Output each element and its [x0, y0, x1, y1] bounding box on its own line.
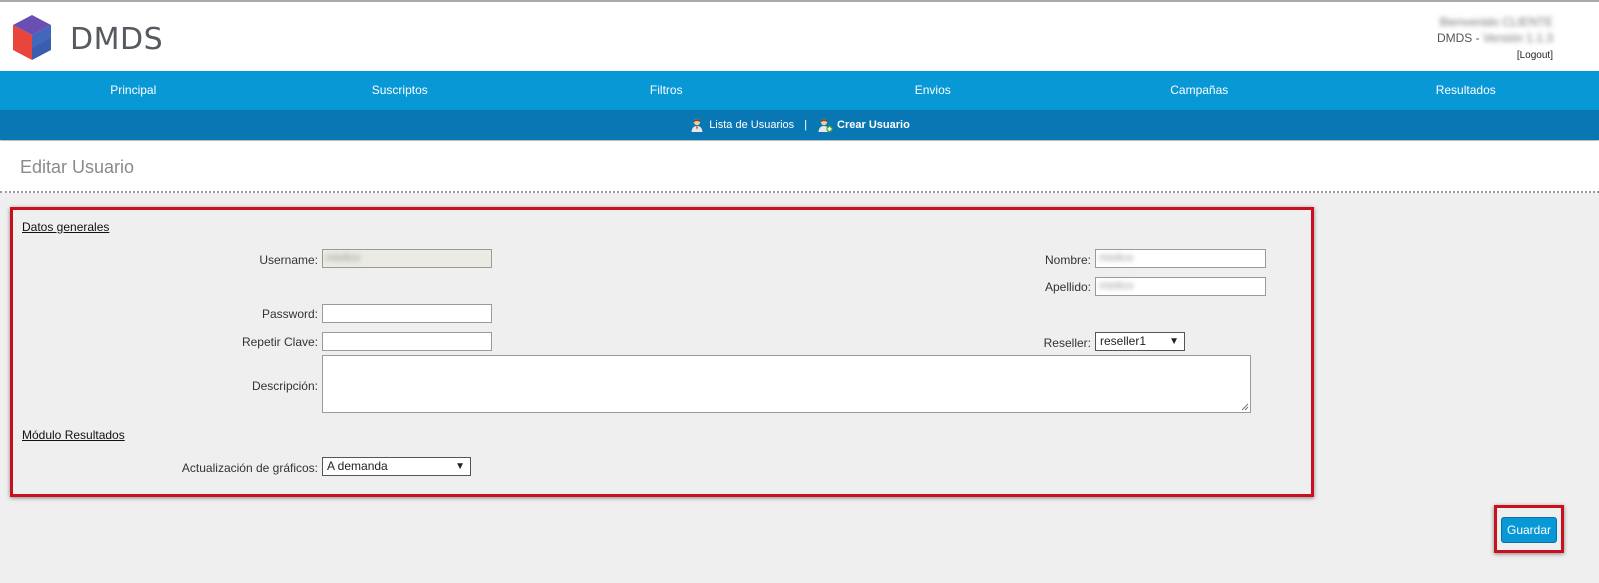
version-prefix: DMDS -: [1436, 31, 1483, 45]
chevron-down-icon: ▼: [455, 461, 465, 472]
repeat-password-field[interactable]: [322, 332, 492, 351]
nombre-field[interactable]: miolico: [1095, 249, 1266, 268]
logout-link[interactable]: [Logout]: [1517, 50, 1553, 61]
user-form-panel: Datos generales Username: miolico Passwo…: [10, 207, 1314, 497]
charts-update-label: Actualización de gráficos:: [181, 461, 318, 475]
apellido-value: miolico: [1099, 280, 1134, 292]
apellido-field[interactable]: miolico: [1095, 277, 1266, 296]
create-user-link[interactable]: Crear Usuario: [817, 117, 910, 133]
chevron-down-icon: ▼: [1169, 336, 1179, 347]
reseller-select[interactable]: reseller1 ▼: [1095, 332, 1185, 351]
nav-item-campanas[interactable]: Campañas: [1066, 71, 1333, 110]
nombre-label: Nombre:: [1044, 253, 1091, 267]
section-general-title: Datos generales: [22, 220, 110, 234]
nav-item-suscriptos[interactable]: Suscriptos: [267, 71, 534, 110]
reseller-label: Reseller:: [1043, 336, 1091, 350]
save-button[interactable]: Guardar: [1501, 517, 1557, 543]
username-label: Username:: [259, 253, 318, 267]
list-users-label: Lista de Usuarios: [709, 119, 795, 131]
welcome-text: Bienvenido CLIENTE: [1439, 15, 1553, 29]
charts-update-value: A demanda: [327, 459, 388, 473]
repeat-password-label: Repetir Clave:: [241, 335, 318, 349]
brand-name: DMDS: [70, 22, 164, 57]
description-textarea[interactable]: [322, 355, 1251, 413]
add-user-icon: [818, 118, 833, 133]
nav-item-principal[interactable]: Principal: [0, 71, 267, 110]
page-title: Editar Usuario: [20, 157, 135, 177]
password-field[interactable]: [322, 304, 492, 323]
cube-logo-icon: [13, 15, 51, 60]
nombre-value: miolico: [1099, 252, 1134, 264]
section-results-title: Módulo Resultados: [22, 428, 125, 442]
user-info: Bienvenido CLIENTE DMDS - Versión 1.1.3 …: [1437, 14, 1553, 64]
subnav-separator: |: [804, 119, 808, 131]
logo: DMDS: [12, 14, 182, 66]
username-value: miolico: [326, 252, 361, 264]
main-nav: Principal Suscriptos Filtros Envios Camp…: [0, 71, 1599, 110]
users-icon: [691, 118, 703, 132]
version-number: Versión 1.1.3: [1482, 31, 1553, 45]
nav-item-resultados[interactable]: Resultados: [1333, 71, 1599, 110]
charts-update-select[interactable]: A demanda ▼: [322, 457, 471, 476]
save-highlight: Guardar: [1494, 505, 1564, 553]
page-header: Editar Usuario: [0, 141, 1599, 193]
header: DMDS Bienvenido CLIENTE DMDS - Versión 1…: [0, 2, 1599, 71]
reseller-value: reseller1: [1100, 334, 1147, 348]
list-users-link[interactable]: Lista de Usuarios: [689, 117, 794, 133]
version-text: DMDS - Versión 1.1.3: [1437, 30, 1553, 46]
nav-item-envios[interactable]: Envios: [800, 71, 1067, 110]
create-user-label: Crear Usuario: [837, 119, 910, 131]
username-field[interactable]: miolico: [322, 249, 492, 268]
sub-nav: Lista de Usuarios | Crear Usuario: [0, 110, 1599, 140]
apellido-label: Apellido:: [1044, 280, 1091, 294]
description-label: Descripción:: [251, 379, 318, 393]
resize-grip-icon[interactable]: [1241, 403, 1249, 411]
password-label: Password:: [261, 307, 318, 321]
nav-item-filtros[interactable]: Filtros: [533, 71, 800, 110]
